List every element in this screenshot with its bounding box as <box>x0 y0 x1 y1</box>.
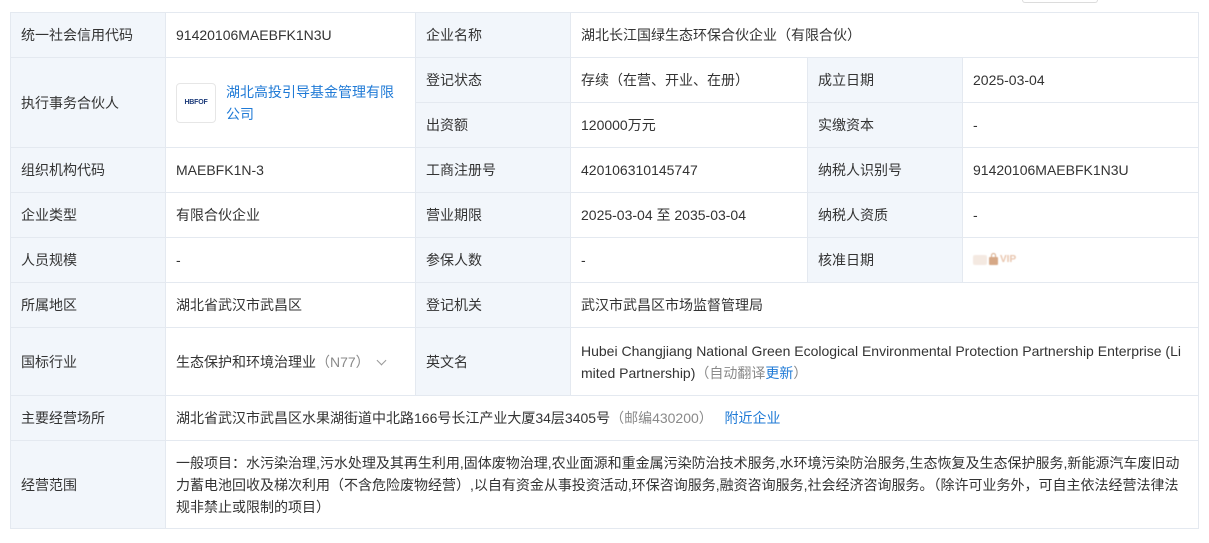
table-row: 人员规模 - 参保人数 - 核准日期 VIP <box>10 237 1200 283</box>
org-code-label: 组织机构代码 <box>10 147 166 193</box>
credit-code-value: 91420106MAEBFK1N3U <box>165 12 416 58</box>
industry-cell[interactable]: 生态保护和环境治理业（N77） <box>165 327 416 396</box>
partner-cell: HBFOF 湖北高投引导基金管理有限公司 <box>165 57 416 148</box>
table-row: 统一社会信用代码 91420106MAEBFK1N3U 企业名称 湖北长江国绿生… <box>10 12 1200 58</box>
approval-date-label: 核准日期 <box>807 237 963 283</box>
english-name-label: 英文名 <box>415 327 571 396</box>
credit-code-label: 统一社会信用代码 <box>10 12 166 58</box>
insured-label: 参保人数 <box>415 237 571 283</box>
reg-authority-value: 武汉市武昌区市场监督管理局 <box>569 282 1200 328</box>
auto-translate-suffix: ） <box>793 364 808 381</box>
industry-value: 生态保护和环境治理业 <box>176 353 316 370</box>
top-action-button[interactable] <box>1022 0 1098 3</box>
reg-status-label: 登记状态 <box>415 57 571 103</box>
biz-term-label: 营业期限 <box>415 192 571 238</box>
business-info-table: 统一社会信用代码 91420106MAEBFK1N3U 企业名称 湖北长江国绿生… <box>10 12 1200 529</box>
reg-authority-label: 登记机关 <box>415 282 571 328</box>
biz-term-value: 2025-03-04 至 2035-03-04 <box>570 192 808 238</box>
company-type-label: 企业类型 <box>10 192 166 238</box>
blurred-placeholder <box>973 255 987 265</box>
paid-capital-label: 实缴资本 <box>807 102 963 148</box>
org-code-value: MAEBFK1N-3 <box>165 147 416 193</box>
table-row: 所属地区 湖北省武汉市武昌区 登记机关 武汉市武昌区市场监督管理局 <box>10 282 1200 328</box>
partner-name-link[interactable]: 湖北高投引导基金管理有限公司 <box>226 81 405 125</box>
est-date-label: 成立日期 <box>807 57 963 103</box>
company-name-label: 企业名称 <box>415 12 571 58</box>
region-value: 湖北省武汉市武昌区 <box>165 282 416 328</box>
address-label: 主要经营场所 <box>10 395 166 441</box>
postcode: （邮编430200） <box>610 410 713 426</box>
partner-logo[interactable]: HBFOF <box>176 82 216 123</box>
biz-reg-no-value: 420106310145747 <box>570 147 808 193</box>
vip-text: VIP <box>1000 254 1017 265</box>
taxpayer-qual-value: - <box>961 192 1200 238</box>
company-name-value: 湖北长江国绿生态环保合伙企业（有限合伙） <box>569 12 1200 58</box>
staff-size-label: 人员规模 <box>10 237 166 283</box>
english-name-value: Hubei Changjiang National Green Ecologic… <box>581 342 1181 381</box>
partner-label: 执行事务合伙人 <box>10 57 166 148</box>
staff-size-value: - <box>165 237 416 283</box>
biz-reg-no-label: 工商注册号 <box>415 147 571 193</box>
table-row: 执行事务合伙人 HBFOF 湖北高投引导基金管理有限公司 登记状态 存续（在营、… <box>10 57 1200 148</box>
industry-code: （N77） <box>316 353 370 370</box>
table-row: 国标行业 生态保护和环境治理业（N77） 英文名 Hubei Changjian… <box>10 327 1200 396</box>
taxpayer-id-value: 91420106MAEBFK1N3U <box>961 147 1200 193</box>
english-name-cell: Hubei Changjiang National Green Ecologic… <box>569 327 1200 396</box>
reg-status-value: 存续（在营、开业、在册） <box>570 57 808 103</box>
scope-value: 一般项目：水污染治理,污水处理及其再生利用,固体废物治理,农业面源和重金属污染防… <box>164 440 1200 529</box>
address-cell: 湖北省武汉市武昌区水果湖街道中北路166号长江产业大厦34层3405号（邮编43… <box>164 395 1200 441</box>
scope-label: 经营范围 <box>10 440 166 529</box>
capital-value: 120000万元 <box>570 102 808 148</box>
insured-value: - <box>570 237 808 283</box>
table-row: 主要经营场所 湖北省武汉市武昌区水果湖街道中北路166号长江产业大厦34层340… <box>10 395 1200 441</box>
est-date-value: 2025-03-04 <box>961 57 1200 103</box>
lock-icon <box>989 253 998 265</box>
company-type-value: 有限合伙企业 <box>165 192 416 238</box>
approval-date-value[interactable]: VIP <box>961 237 1200 283</box>
paid-capital-value: - <box>961 102 1200 148</box>
table-row: 组织机构代码 MAEBFK1N-3 工商注册号 420106310145747 … <box>10 147 1200 193</box>
chevron-down-icon[interactable] <box>376 355 387 365</box>
table-row: 企业类型 有限合伙企业 营业期限 2025-03-04 至 2035-03-04… <box>10 192 1200 238</box>
vip-locked-badge[interactable]: VIP <box>973 249 1016 271</box>
region-label: 所属地区 <box>10 282 166 328</box>
nearby-companies-link[interactable]: 附近企业 <box>724 410 780 426</box>
auto-translate-prefix: （自动翻译 <box>695 364 766 381</box>
taxpayer-qual-label: 纳税人资质 <box>807 192 963 238</box>
update-translation-link[interactable]: 更新 <box>765 365 793 381</box>
capital-label: 出资额 <box>415 102 571 148</box>
taxpayer-id-label: 纳税人识别号 <box>807 147 963 193</box>
table-row: 经营范围 一般项目：水污染治理,污水处理及其再生利用,固体废物治理,农业面源和重… <box>10 440 1200 529</box>
industry-label: 国标行业 <box>10 327 166 396</box>
address-value: 湖北省武汉市武昌区水果湖街道中北路166号长江产业大厦34层3405号 <box>176 410 611 426</box>
